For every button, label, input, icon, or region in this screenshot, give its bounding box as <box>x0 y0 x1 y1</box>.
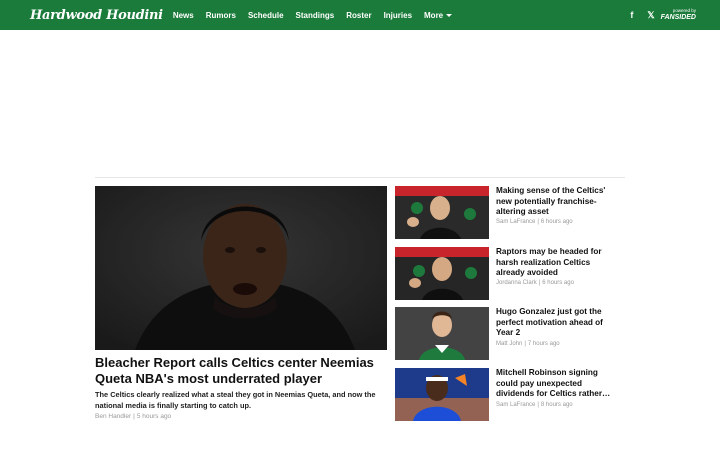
site-logo[interactable]: Hardwood Houdini <box>30 8 163 23</box>
facebook-icon[interactable]: f <box>630 10 633 20</box>
article-thumbnail[interactable] <box>395 247 489 300</box>
featured-article-meta: Ben Handler | 5 hours ago <box>95 413 171 420</box>
x-twitter-icon[interactable]: 𝕏 <box>647 10 654 21</box>
article-time: 6 hours ago <box>542 280 574 286</box>
article-meta: Matt John | 7 hours ago <box>496 341 560 347</box>
article-title[interactable]: Making sense of the Celtics' new potenti… <box>496 186 621 218</box>
article-time: 7 hours ago <box>527 341 560 347</box>
featured-author[interactable]: Ben Handler <box>95 413 131 420</box>
article-title[interactable]: Hugo Gonzalez just got the perfect motiv… <box>496 307 621 339</box>
nav-more-label: More <box>424 10 444 20</box>
player-photo <box>395 307 489 360</box>
featured-article-title[interactable]: Bleacher Report calls Celtics center Nee… <box>95 355 395 387</box>
executive-photo <box>395 247 489 300</box>
article-author[interactable]: Sam LaFrance <box>496 402 535 408</box>
nav-rumors[interactable]: Rumors <box>206 11 236 20</box>
article-meta: Sam LaFrance | 8 hours ago <box>496 402 573 408</box>
content-divider <box>95 177 625 178</box>
fansided-badge[interactable]: powered by FANSIDED <box>661 9 696 21</box>
featured-article-image[interactable] <box>95 186 387 350</box>
article-thumbnail[interactable] <box>395 307 489 360</box>
article-time: 6 hours ago <box>540 219 573 225</box>
article-author[interactable]: Matt John <box>496 341 522 347</box>
social-links: f 𝕏 powered by FANSIDED <box>630 0 696 30</box>
article-card[interactable]: Hugo Gonzalez just got the perfect motiv… <box>395 307 625 360</box>
main-nav: News Rumors Schedule Standings Roster In… <box>173 11 464 20</box>
nav-more[interactable]: More <box>424 10 453 20</box>
article-meta: Jordanna Clark | 6 hours ago <box>496 280 574 286</box>
featured-article-description: The Celtics clearly realized what a stea… <box>95 390 376 410</box>
nav-schedule[interactable]: Schedule <box>248 11 284 20</box>
nav-news[interactable]: News <box>173 11 194 20</box>
article-title[interactable]: Raptors may be headed for harsh realizat… <box>496 247 621 279</box>
article-meta: Sam LaFrance | 6 hours ago <box>496 219 573 225</box>
article-thumbnail[interactable] <box>395 368 489 421</box>
article-title[interactable]: Mitchell Robinson signing could pay unex… <box>496 368 621 400</box>
article-author[interactable]: Sam LaFrance <box>496 219 535 225</box>
nav-roster[interactable]: Roster <box>346 11 371 20</box>
player-photo <box>395 368 489 421</box>
article-card[interactable]: Raptors may be headed for harsh realizat… <box>395 247 625 300</box>
nav-standings[interactable]: Standings <box>296 11 335 20</box>
article-card[interactable]: Mitchell Robinson signing could pay unex… <box>395 368 625 421</box>
article-time: 8 hours ago <box>540 402 573 408</box>
executive-photo <box>395 186 489 239</box>
article-thumbnail[interactable] <box>395 186 489 239</box>
article-card[interactable]: Making sense of the Celtics' new potenti… <box>395 186 625 239</box>
featured-time: 5 hours ago <box>136 413 172 420</box>
article-author[interactable]: Jordanna Clark <box>496 280 537 286</box>
site-header: Hardwood Houdini News Rumors Schedule St… <box>0 0 720 30</box>
fansided-logo: FANSIDED <box>660 13 696 21</box>
chevron-down-icon <box>446 13 453 17</box>
player-photo <box>95 186 387 350</box>
nav-injuries[interactable]: Injuries <box>384 11 412 20</box>
